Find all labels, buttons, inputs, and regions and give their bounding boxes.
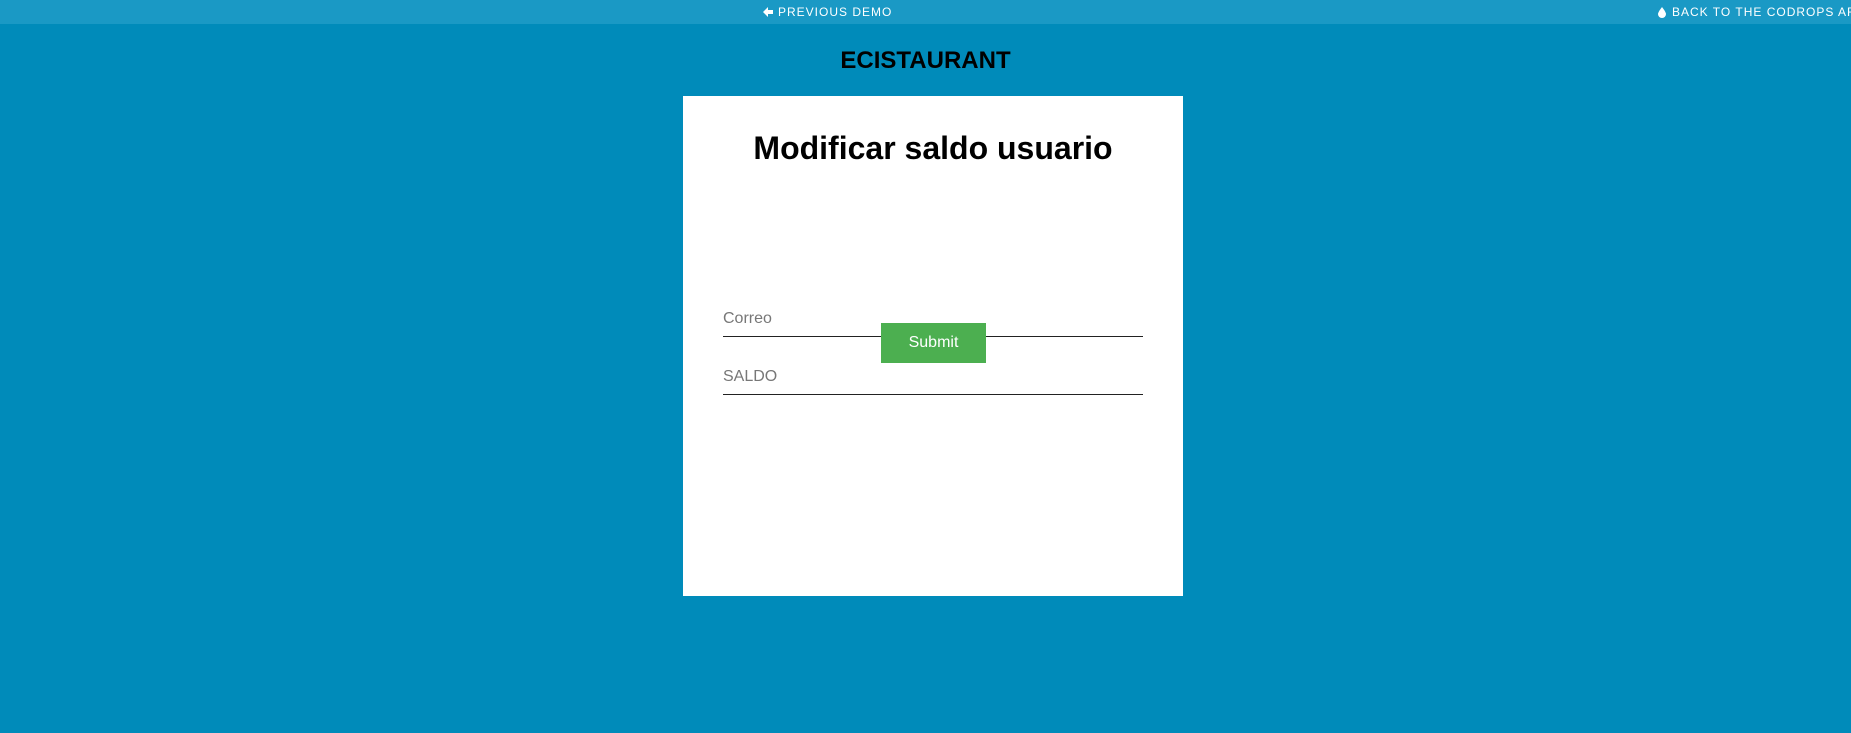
back-to-article-label: BACK TO THE CODROPS ARTICLE bbox=[1672, 5, 1851, 19]
previous-demo-link[interactable]: PREVIOUS DEMO bbox=[762, 0, 892, 24]
arrow-left-icon bbox=[762, 6, 774, 18]
previous-demo-label: PREVIOUS DEMO bbox=[778, 5, 893, 19]
form-title: Modificar saldo usuario bbox=[753, 130, 1113, 166]
back-to-article-link[interactable]: BACK TO THE CODROPS ARTICLE bbox=[1656, 0, 1851, 24]
top-bar: PREVIOUS DEMO BACK TO THE CODROPS ARTICL… bbox=[0, 0, 1851, 24]
form-card: Modificar saldo usuario Submit bbox=[683, 96, 1183, 596]
submit-button[interactable]: Submit bbox=[881, 323, 986, 363]
saldo-field[interactable] bbox=[723, 359, 1143, 395]
drop-icon bbox=[1656, 6, 1668, 18]
brand-title: ECISTAURANT bbox=[840, 47, 1011, 74]
